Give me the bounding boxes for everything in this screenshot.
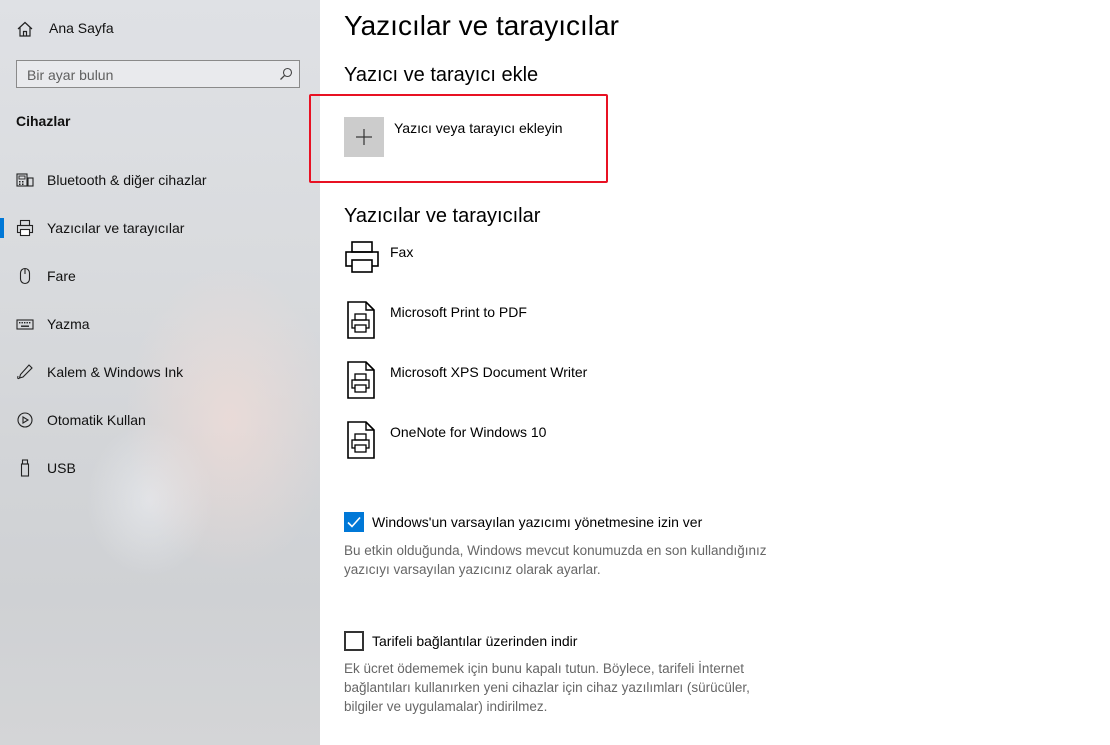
sidebar-item-label: Yazma xyxy=(47,316,90,332)
printer-name: Microsoft Print to PDF xyxy=(390,304,527,320)
default-printer-description: Bu etkin olduğunda, Windows mevcut konum… xyxy=(344,541,767,579)
autoplay-icon xyxy=(17,412,33,428)
metered-download-checkbox[interactable] xyxy=(344,631,364,651)
mouse-icon xyxy=(19,267,31,285)
sidebar-item-typing[interactable]: Yazma xyxy=(0,306,320,342)
checkmark-icon xyxy=(347,516,361,528)
printer-icon xyxy=(16,219,34,237)
default-printer-label: Windows'un varsayılan yazıcımı yönetmesi… xyxy=(372,514,703,530)
keyboard-icon xyxy=(16,319,34,330)
description-line: Bu etkin olduğunda, Windows mevcut konum… xyxy=(344,543,767,558)
sidebar-item-label: Yazıcılar ve tarayıcılar xyxy=(47,220,185,236)
page-title: Yazıcılar ve tarayıcılar xyxy=(344,10,619,41)
add-tile[interactable] xyxy=(344,117,384,157)
section-title: Cihazlar xyxy=(16,113,71,129)
search-icon[interactable] xyxy=(279,67,293,81)
plus-icon xyxy=(356,129,372,145)
usb-icon xyxy=(20,459,30,477)
sidebar-item-label: Kalem & Windows Ink xyxy=(47,364,184,380)
printers-section-title: Yazıcılar ve tarayıcılar xyxy=(344,205,541,227)
sidebar: Ana Sayfa Cihazlar Bluetooth & diğer cih… xyxy=(0,0,320,745)
sidebar-item-pen[interactable]: Kalem & Windows Ink xyxy=(0,354,320,390)
home-label: Ana Sayfa xyxy=(49,20,114,36)
document-printer-icon xyxy=(347,301,375,339)
search-box[interactable] xyxy=(16,60,300,89)
printer-item-fax[interactable]: Fax xyxy=(344,240,764,284)
description-line: bağlantıları kullanırken yeni cihazlar i… xyxy=(344,680,750,695)
document-printer-icon xyxy=(347,421,375,459)
bluetooth-devices-icon xyxy=(16,173,34,187)
printer-item-xps[interactable]: Microsoft XPS Document Writer xyxy=(344,360,764,404)
add-printer-label: Yazıcı veya tarayıcı ekleyin xyxy=(394,120,563,136)
printer-name: Microsoft XPS Document Writer xyxy=(390,364,588,380)
printer-name: OneNote for Windows 10 xyxy=(390,424,547,440)
metered-download-label: Tarifeli bağlantılar üzerinden indir xyxy=(372,633,578,649)
pen-icon xyxy=(17,364,33,380)
home-link[interactable]: Ana Sayfa xyxy=(0,12,320,44)
printer-item-pdf[interactable]: Microsoft Print to PDF xyxy=(344,300,764,344)
add-section-title: Yazıcı ve tarayıcı ekle xyxy=(344,64,539,86)
sidebar-item-label: Bluetooth & diğer cihazlar xyxy=(47,172,207,188)
sidebar-item-mouse[interactable]: Fare xyxy=(0,258,320,294)
default-printer-checkbox[interactable] xyxy=(344,512,364,532)
home-icon xyxy=(17,21,33,37)
sidebar-item-printers[interactable]: Yazıcılar ve tarayıcılar xyxy=(0,210,320,246)
sidebar-item-autoplay[interactable]: Otomatik Kullan xyxy=(0,402,320,438)
sidebar-item-label: USB xyxy=(47,460,76,476)
description-line: bilgiler ve uygulamalar) indirilmez. xyxy=(344,699,548,714)
sidebar-item-label: Otomatik Kullan xyxy=(47,412,146,428)
document-printer-icon xyxy=(347,361,375,399)
sidebar-item-label: Fare xyxy=(47,268,76,284)
sidebar-item-usb[interactable]: USB xyxy=(0,450,320,486)
metered-download-description: Ek ücret ödememek için bunu kapalı tutun… xyxy=(344,659,750,716)
printer-item-onenote[interactable]: OneNote for Windows 10 xyxy=(344,420,764,464)
description-line: yazıcıyı varsayılan yazıcınız olarak aya… xyxy=(344,562,601,577)
search-input[interactable] xyxy=(17,61,279,89)
fax-printer-icon xyxy=(345,241,379,273)
sidebar-item-bluetooth[interactable]: Bluetooth & diğer cihazlar xyxy=(0,162,320,198)
description-line: Ek ücret ödememek için bunu kapalı tutun… xyxy=(344,661,744,676)
main-content: Yazıcılar ve tarayıcılar Yazıcı ve taray… xyxy=(309,0,1110,745)
printer-name: Fax xyxy=(390,244,414,260)
